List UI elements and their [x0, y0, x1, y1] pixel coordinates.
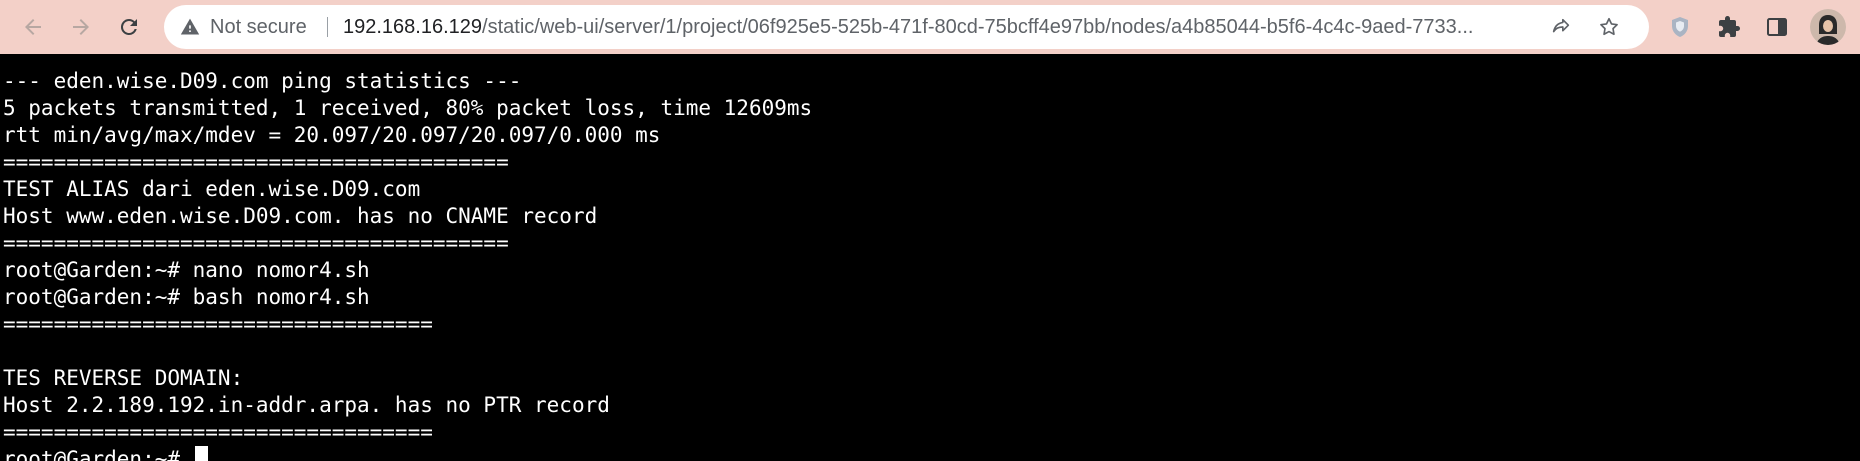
terminal-line: Host www.eden.wise.D09.com. has no CNAME…	[3, 204, 598, 228]
divider	[327, 17, 328, 37]
terminal-line: ========================================	[3, 231, 509, 255]
prompt-line[interactable]: root@Garden:~#	[3, 446, 208, 461]
address-bar[interactable]: Not secure 192.168.16.129/static/web-ui/…	[164, 5, 1649, 49]
extensions-button[interactable]	[1714, 12, 1744, 42]
browser-toolbar: Not secure 192.168.16.129/static/web-ui/…	[0, 0, 1860, 54]
security-indicator[interactable]: Not secure	[180, 5, 307, 49]
security-label: Not secure	[210, 15, 307, 38]
terminal-line: 5 packets transmitted, 1 received, 80% p…	[3, 96, 813, 120]
url-host: 192.168.16.129	[343, 16, 483, 38]
warning-icon	[180, 18, 200, 35]
side-panel-button[interactable]	[1762, 12, 1792, 42]
terminal-line: ==================================	[3, 312, 433, 336]
terminal-line: Host 2.2.189.192.in-addr.arpa. has no PT…	[3, 393, 610, 417]
arrow-left-icon	[25, 19, 41, 35]
share-button[interactable]	[1547, 13, 1575, 41]
terminal-line: rtt min/avg/max/mdev = 20.097/20.097/20.…	[3, 123, 661, 147]
url-path: /static/web-ui/server/1/project/06f925e5…	[482, 16, 1474, 38]
extension-shield-button[interactable]	[1665, 12, 1695, 42]
reload-button[interactable]	[112, 10, 146, 44]
url-text[interactable]: 192.168.16.129/static/web-ui/server/1/pr…	[343, 5, 1523, 49]
reload-icon	[120, 18, 137, 35]
bookmark-button[interactable]	[1595, 13, 1623, 41]
back-button[interactable]	[16, 10, 50, 44]
terminal-cursor	[194, 446, 208, 461]
side-panel-icon	[1767, 18, 1787, 36]
terminal-line: root@Garden:~# bash nomor4.sh	[3, 285, 370, 309]
puzzle-icon	[1719, 16, 1740, 37]
share-icon	[1552, 18, 1570, 33]
terminal-output[interactable]: --- eden.wise.D09.com ping statistics --…	[0, 54, 1860, 461]
arrow-right-icon	[73, 19, 89, 35]
profile-avatar[interactable]	[1810, 9, 1846, 45]
star-icon	[1600, 17, 1618, 36]
terminal-line: ==================================	[3, 420, 433, 444]
shield-icon	[1672, 17, 1688, 37]
forward-button[interactable]	[64, 10, 98, 44]
prompt-text: root@Garden:~#	[3, 447, 193, 461]
terminal-line: root@Garden:~# nano nomor4.sh	[3, 258, 370, 282]
avatar-icon	[1810, 9, 1846, 45]
terminal-line: --- eden.wise.D09.com ping statistics --…	[3, 69, 522, 93]
terminal-line: TES REVERSE DOMAIN:	[3, 366, 244, 390]
terminal-line: TEST ALIAS dari eden.wise.D09.com	[3, 177, 421, 201]
terminal-line: ========================================	[3, 150, 509, 174]
